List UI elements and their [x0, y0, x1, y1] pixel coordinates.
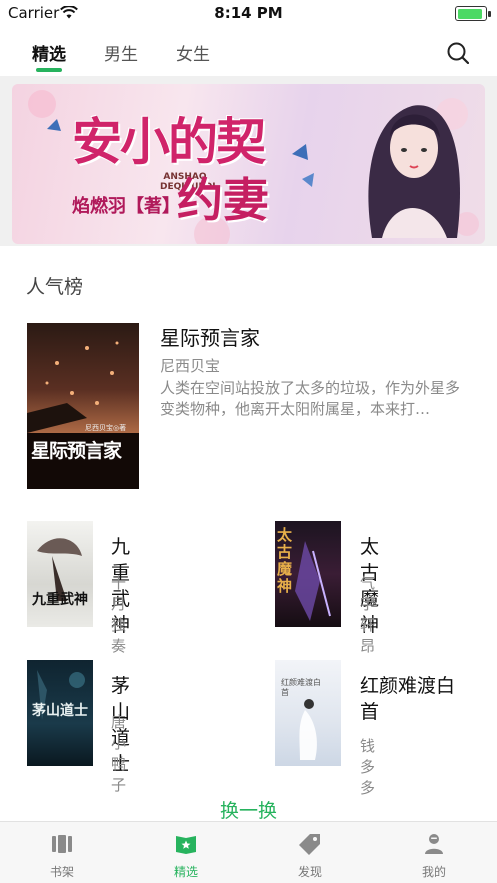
book-cover[interactable]: 红颜难渡白首	[275, 660, 341, 766]
book-cover[interactable]: 茅山道士	[27, 660, 93, 766]
featured-book-description: 人类在空间站投放了太多的垃圾，作为外星多变类物种，他离开太阳附属星，本来打…	[160, 379, 461, 418]
book-author: 钱多多	[360, 737, 376, 797]
user-icon	[425, 834, 443, 854]
nav-label: 我的	[421, 865, 446, 879]
tab-female[interactable]: 女生	[176, 40, 210, 65]
bookshelf-icon	[52, 835, 72, 853]
banner-author: 焰燃羽【著】	[72, 196, 180, 217]
active-tab-indicator	[36, 68, 62, 72]
nav-label: 精选	[173, 865, 198, 879]
nav-discover[interactable]: 发现	[248, 822, 372, 883]
promo-banner[interactable]: 安小的契 ANSHAO DEQIYUEQI 约妻 焰燃羽【著】	[12, 84, 485, 244]
section-title-popular: 人气榜	[26, 276, 84, 298]
book-author: 气宇轩昂	[360, 574, 376, 655]
book-author: 十月独奏	[111, 574, 127, 655]
clock: 8:14 PM	[214, 4, 283, 22]
banner-illustration	[368, 105, 460, 238]
status-bar: Carrier 8:14 PM	[0, 0, 497, 26]
book-cover-title: 九重武神	[32, 592, 88, 608]
banner-title-line2: 约妻	[177, 173, 269, 227]
tab-featured[interactable]: 精选	[32, 40, 66, 65]
book-cover[interactable]: 太古魔神	[275, 521, 341, 627]
book-cover[interactable]: 九重武神	[27, 521, 93, 627]
featured-book-author: 尼西贝宝	[160, 357, 221, 375]
book-cover-title: 茅山道士	[32, 703, 88, 719]
book-author: 唐小鸭子	[111, 713, 127, 794]
book-cover-title: 太古魔神	[277, 526, 293, 595]
nav-label: 发现	[297, 865, 322, 879]
book-cover-title: 红颜难渡白首	[281, 678, 321, 697]
nav-bookshelf[interactable]: 书架	[0, 822, 124, 883]
nav-label: 书架	[49, 865, 74, 879]
bottom-navigation: 书架 精选 发现 我的	[0, 821, 497, 883]
nav-profile[interactable]: 我的	[372, 822, 496, 883]
featured-book-cover[interactable]: 尼西贝宝◎著 星际预言家	[27, 323, 139, 489]
book-title[interactable]: 红颜难渡白首	[360, 673, 470, 725]
nav-featured[interactable]: 精选	[124, 822, 248, 883]
featured-star-icon	[176, 836, 196, 854]
refresh-button[interactable]: 换一换	[0, 796, 497, 823]
banner-area: 安小的契 ANSHAO DEQIYUEQI 约妻 焰燃羽【著】	[0, 76, 497, 246]
featured-book-title[interactable]: 星际预言家	[160, 322, 260, 351]
search-icon[interactable]	[447, 42, 469, 64]
featured-cover-small: 尼西贝宝◎著	[85, 424, 127, 432]
battery-fill	[457, 8, 482, 19]
featured-cover-title: 星际预言家	[31, 440, 122, 462]
top-tab-bar: 精选 男生 女生	[0, 28, 497, 76]
tab-male[interactable]: 男生	[104, 40, 138, 65]
featured-cover-art	[27, 341, 139, 489]
battery-icon	[455, 6, 491, 21]
tag-icon	[299, 834, 320, 855]
